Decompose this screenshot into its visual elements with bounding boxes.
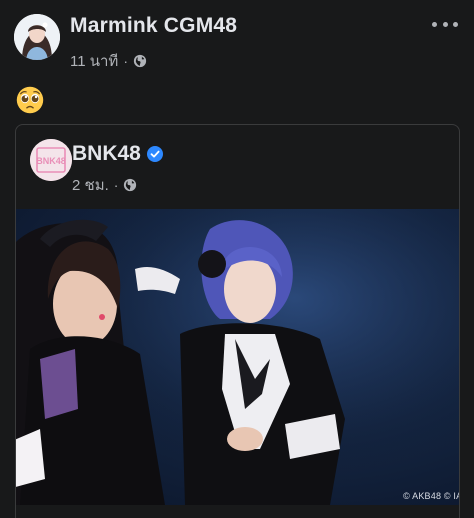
verified-badge-icon [146,146,163,162]
author-avatar[interactable] [14,14,60,60]
shared-post-meta: 2 ชม. · [72,173,137,197]
shared-author-avatar[interactable]: BNK48 [30,139,72,181]
globe-icon[interactable] [133,54,147,68]
photo-watermark: © AKB48 © IAM [403,491,459,501]
bnk48-logo-text: BNK48 [36,156,66,166]
concert-photo[interactable]: © AKB48 © IAM [16,209,459,505]
shared-author-row: BNK48 [72,142,163,166]
globe-icon[interactable] [123,178,137,192]
more-options-icon[interactable] [432,14,458,34]
post-time[interactable]: 11 นาที [70,49,118,73]
shared-post-time[interactable]: 2 ชม. [72,173,109,197]
author-name[interactable]: Marmink CGM48 [70,14,237,38]
meta-separator: · [113,177,119,193]
facebook-post: Marmink CGM48 11 นาที · BNK48 BNK48 2 ชม… [0,0,474,518]
pleading-face-emoji [16,86,44,114]
meta-separator: · [123,53,128,69]
shared-post-card[interactable]: BNK48 BNK48 2 ชม. · © AKB48 © I [15,124,460,518]
post-meta: 11 นาที · [70,49,147,73]
shared-author-name[interactable]: BNK48 [72,142,141,166]
